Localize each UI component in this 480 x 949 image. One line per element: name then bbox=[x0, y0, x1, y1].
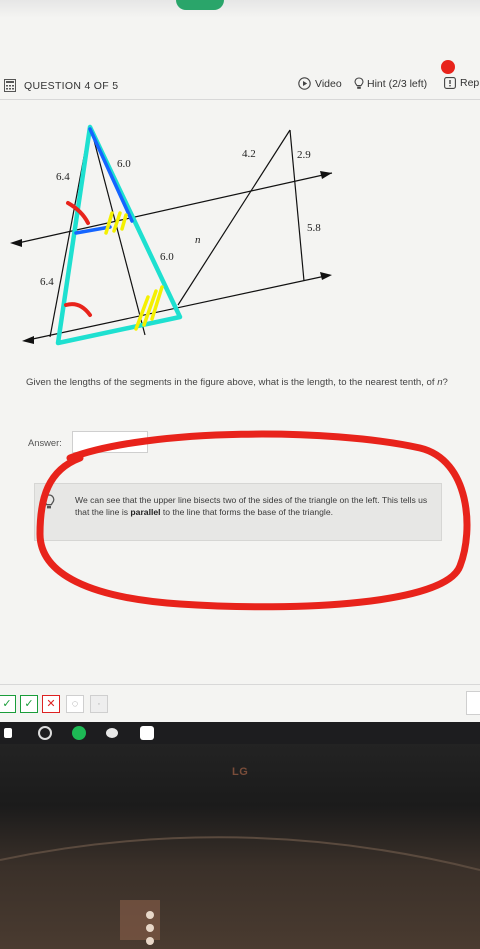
check-icon[interactable]: ✓ bbox=[20, 695, 38, 713]
report-button[interactable]: Rep bbox=[444, 77, 479, 89]
label-right-side: 5.8 bbox=[307, 222, 321, 234]
label-right-top-b: 2.9 bbox=[297, 149, 311, 161]
lightbulb-icon[interactable]: ◌ bbox=[66, 695, 84, 713]
lower-line-right-arrow bbox=[320, 272, 332, 280]
monitor-brand-logo: LG bbox=[232, 766, 249, 778]
label-unknown-n: n bbox=[195, 234, 201, 246]
hint-text-end: to the line that forms the base of the t… bbox=[160, 507, 333, 517]
label-left-bottom-side: 6.4 bbox=[40, 276, 54, 288]
check-icon[interactable] bbox=[4, 728, 12, 738]
check-icon[interactable]: ✓ bbox=[0, 695, 16, 713]
top-tab-indicator bbox=[176, 0, 224, 10]
chrome-icon[interactable] bbox=[38, 726, 52, 740]
answer-input[interactable] bbox=[72, 431, 148, 453]
close-icon[interactable]: ✕ bbox=[42, 695, 60, 713]
lightbulb-icon bbox=[43, 494, 55, 509]
blank-step-icon[interactable]: · bbox=[90, 695, 108, 713]
os-taskbar bbox=[0, 722, 480, 744]
upper-transversal-line bbox=[17, 172, 333, 244]
yellow-angle-mark-upper bbox=[104, 211, 128, 235]
video-button[interactable]: Video bbox=[298, 77, 342, 90]
desk-background bbox=[0, 836, 480, 945]
geometry-figure: 6.4 6.0 6.4 6.0 4.2 2.9 5.8 n bbox=[10, 124, 333, 346]
hint-label: Hint (2/3 left) bbox=[367, 77, 428, 90]
question-title: QUESTION 4 OF 5 bbox=[24, 80, 119, 92]
browser-top-bar bbox=[0, 0, 480, 18]
answer-label: Answer: bbox=[28, 437, 62, 448]
hint-text-bold: parallel bbox=[130, 507, 161, 517]
red-oval-annotation bbox=[36, 430, 471, 611]
hint-text: We can see that the upper line bisects t… bbox=[75, 494, 437, 518]
screen: QUESTION 4 OF 5 Video Hint (2/3 left) Re… bbox=[0, 0, 480, 722]
cloud-icon[interactable] bbox=[106, 728, 118, 738]
question-text: Given the lengths of the segments in the… bbox=[26, 376, 466, 389]
lower-line-left-arrow bbox=[22, 336, 34, 344]
question-text-end: ? bbox=[442, 377, 448, 388]
calculator-icon[interactable] bbox=[4, 79, 16, 92]
label-middle-side: 6.0 bbox=[160, 251, 174, 263]
right-triangle-hypotenuse bbox=[177, 129, 291, 306]
upper-line-left-arrow bbox=[10, 239, 22, 247]
app-icon[interactable] bbox=[140, 726, 154, 740]
annotation-red-dot bbox=[441, 60, 455, 74]
upper-line-right-arrow bbox=[320, 171, 332, 179]
play-circle-icon bbox=[298, 77, 311, 90]
label-right-top-a: 4.2 bbox=[242, 148, 256, 160]
lower-transversal-line bbox=[27, 274, 331, 341]
video-label: Video bbox=[315, 77, 342, 90]
hint-panel: We can see that the upper line bisects t… bbox=[34, 483, 442, 541]
red-angle-mark-lower bbox=[64, 302, 92, 317]
spotify-icon[interactable] bbox=[72, 726, 86, 740]
question-header: QUESTION 4 OF 5 Video Hint (2/3 left) Re… bbox=[0, 73, 480, 100]
flag-icon bbox=[444, 77, 456, 89]
report-label: Rep bbox=[460, 77, 480, 89]
lightbulb-icon bbox=[354, 77, 364, 89]
next-button[interactable] bbox=[466, 691, 480, 715]
bottom-toolbar: ✓ ✓ ✕ ◌ · bbox=[0, 684, 480, 722]
label-left-top-side: 6.4 bbox=[56, 171, 70, 183]
hint-button[interactable]: Hint (2/3 left) bbox=[354, 77, 427, 90]
label-top-side: 6.0 bbox=[117, 158, 131, 170]
question-text-main: Given the lengths of the segments in the… bbox=[26, 377, 438, 388]
